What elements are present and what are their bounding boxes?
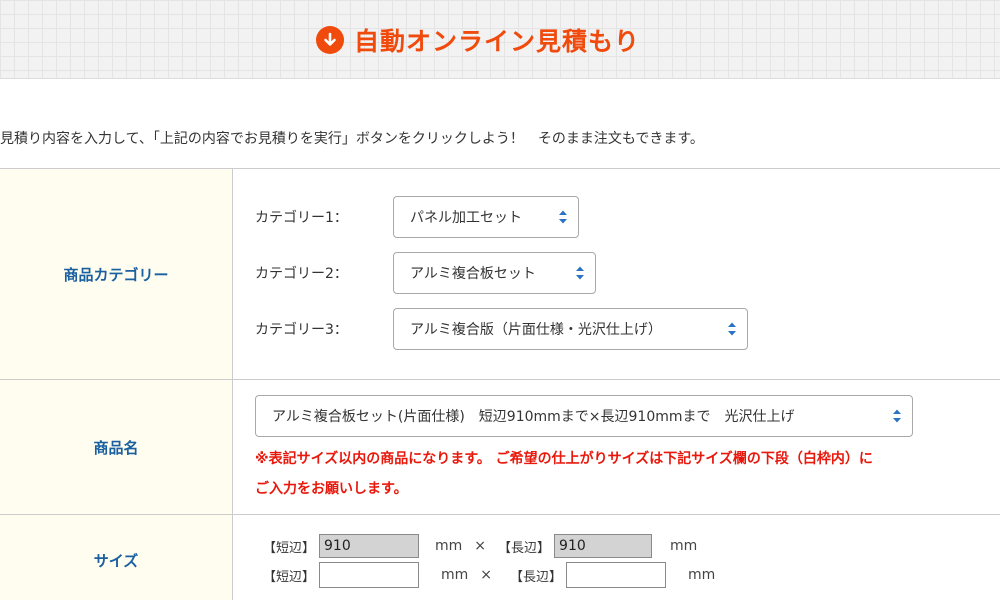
size-input-line: 【短辺】 mm × 【長辺】 mm xyxy=(263,562,715,588)
product-row-label: 商品名 xyxy=(0,380,233,514)
category-2-select[interactable]: アルミ複合板セット xyxy=(393,252,596,294)
category-row-value: カテゴリー1： パネル加工セット カテゴリー2： アルミ複合板セット カテゴリー… xyxy=(233,169,1000,379)
category-row: 商品カテゴリー カテゴリー1： パネル加工セット カテゴリー2： アルミ複合板セ… xyxy=(0,169,1000,380)
select-arrows-icon xyxy=(558,209,568,225)
product-note-line-1: ※表記サイズ以内の商品になります。 ご希望の仕上がりサイズは下記サイズ欄の下段（… xyxy=(255,451,873,467)
page-title: 自動オンライン見積もり xyxy=(354,27,641,56)
arrow-down-circle-icon xyxy=(316,26,344,54)
long-side-fixed-field: 910 xyxy=(554,534,653,558)
category-3-label: カテゴリー3： xyxy=(255,322,348,338)
category-3-value: アルミ複合版（片面仕様・光沢仕上げ） xyxy=(410,322,662,338)
category-row-label: 商品カテゴリー xyxy=(0,169,233,379)
header-band: 自動オンライン見積もり xyxy=(0,0,1000,79)
estimate-page: 自動オンライン見積もり 見積り内容を入力して、「上記の内容でお見積りを実行」ボタ… xyxy=(0,0,1000,600)
category-1-line: カテゴリー1： パネル加工セット xyxy=(255,196,579,238)
product-row: 商品名 アルミ複合板セット(片面仕様) 短辺910mmまで×長辺910mmまで … xyxy=(0,380,1000,515)
long-side-tag: 【長辺】 xyxy=(498,540,551,556)
long-side-fixed-value: 910 xyxy=(559,538,586,554)
product-row-value: アルミ複合板セット(片面仕様) 短辺910mmまで×長辺910mmまで 光沢仕上… xyxy=(233,380,1000,514)
short-side-tag: 【短辺】 xyxy=(263,540,316,556)
size-row-value: 【短辺】 910 mm × 【長辺】 910 mm 【短辺】 mm × 【長辺】… xyxy=(233,515,1000,600)
long-side-unit: mm xyxy=(670,538,698,554)
header-title-group: 自動オンライン見積もり xyxy=(316,22,640,58)
product-note-line-2: ご入力をお願いします。 xyxy=(255,481,408,497)
long-side-tag: 【長辺】 xyxy=(510,569,563,585)
size-row-label: サイズ xyxy=(0,515,233,600)
category-1-label: カテゴリー1： xyxy=(255,210,348,226)
size-fixed-line: 【短辺】 910 mm × 【長辺】 910 mm xyxy=(263,534,697,558)
size-row: サイズ 【短辺】 910 mm × 【長辺】 910 mm 【短辺】 mm × … xyxy=(0,515,1000,600)
short-side-unit: mm xyxy=(435,538,463,554)
category-3-select[interactable]: アルミ複合版（片面仕様・光沢仕上げ） xyxy=(393,308,748,350)
times-sign: × xyxy=(474,538,487,554)
category-2-line: カテゴリー2： アルミ複合板セット xyxy=(255,252,596,294)
category-1-select[interactable]: パネル加工セット xyxy=(393,196,579,238)
category-1-value: パネル加工セット xyxy=(410,210,522,226)
select-arrows-icon xyxy=(892,408,902,424)
intro-text: 見積り内容を入力して、「上記の内容でお見積りを実行」ボタンをクリックしよう！ そ… xyxy=(0,131,704,147)
category-2-value: アルミ複合板セット xyxy=(410,266,536,282)
short-side-unit: mm xyxy=(441,567,469,583)
product-select[interactable]: アルミ複合板セット(片面仕様) 短辺910mmまで×長辺910mmまで 光沢仕上… xyxy=(255,395,913,437)
product-select-value: アルミ複合板セット(片面仕様) 短辺910mmまで×長辺910mmまで 光沢仕上… xyxy=(272,409,795,425)
long-side-unit: mm xyxy=(688,567,716,583)
category-2-label: カテゴリー2： xyxy=(255,266,348,282)
short-side-tag: 【短辺】 xyxy=(263,569,316,585)
times-sign: × xyxy=(480,567,493,583)
select-arrows-icon xyxy=(727,321,737,337)
long-side-input[interactable] xyxy=(566,562,667,588)
select-arrows-icon xyxy=(575,265,585,281)
short-side-input[interactable] xyxy=(319,562,420,588)
category-3-line: カテゴリー3： アルミ複合版（片面仕様・光沢仕上げ） xyxy=(255,308,748,350)
short-side-fixed-field: 910 xyxy=(319,534,420,558)
estimate-form: 商品カテゴリー カテゴリー1： パネル加工セット カテゴリー2： アルミ複合板セ… xyxy=(0,168,1000,600)
short-side-fixed-value: 910 xyxy=(324,538,351,554)
